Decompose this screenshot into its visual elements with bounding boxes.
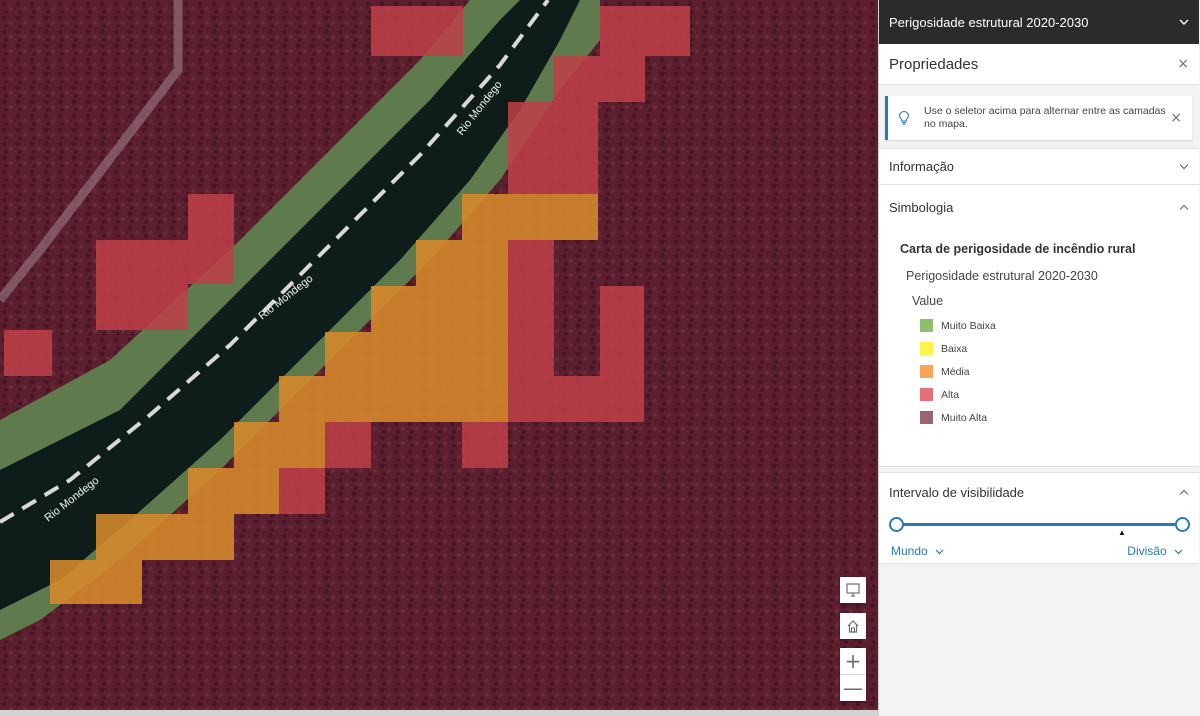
chevron-up-icon xyxy=(1179,489,1189,495)
section-simbologia-header[interactable]: Simbologia xyxy=(879,185,1199,230)
zoom-in-button[interactable]: + xyxy=(840,648,866,675)
visibility-max-handle[interactable] xyxy=(1175,517,1190,532)
section-title: Informação xyxy=(889,159,955,174)
alta-cell xyxy=(325,422,371,468)
alta-cell xyxy=(96,240,188,330)
close-icon[interactable]: × xyxy=(1170,110,1182,126)
media-cell xyxy=(234,422,325,468)
side-panel: Perigosidade estrutural 2020-2030 Propri… xyxy=(878,0,1200,716)
notice: Use o seletor acima para alternar entre … xyxy=(885,96,1192,140)
chevron-down-icon xyxy=(935,549,944,555)
legend-item: Baixa xyxy=(920,342,967,355)
alta-cell xyxy=(4,330,52,376)
alta-cell xyxy=(554,376,644,422)
plus-icon: + xyxy=(844,649,862,673)
monitor-icon xyxy=(846,583,860,597)
close-icon[interactable]: × xyxy=(1177,56,1189,72)
layer-selector[interactable]: Perigosidade estrutural 2020-2030 xyxy=(879,0,1199,44)
legend-label: Muito Baixa xyxy=(941,319,996,332)
properties-header: Propriedades × xyxy=(879,44,1199,85)
visibility-slider-track[interactable] xyxy=(895,523,1183,526)
section-simbologia: Simbologia Carta de perigosidade de incê… xyxy=(879,185,1199,467)
visibility-min-handle[interactable] xyxy=(889,517,904,532)
legend-label: Média xyxy=(941,365,970,378)
media-cell xyxy=(462,194,598,240)
home-icon xyxy=(847,620,859,633)
legend-item: Muito Baixa xyxy=(920,319,996,332)
section-visibilidade: Intervalo de visibilidade ▲ Mundo Divisã… xyxy=(879,472,1199,564)
legend-toggle-button[interactable] xyxy=(840,577,866,603)
alta-cell xyxy=(188,194,234,284)
map-view[interactable]: Rio Mondego Rio Mondego Rio Mondego + — xyxy=(0,0,878,716)
media-cell xyxy=(188,468,279,514)
section-title: Intervalo de visibilidade xyxy=(889,484,1025,500)
alta-cell xyxy=(279,468,325,514)
legend-swatch xyxy=(920,319,933,332)
section-title: Simbologia xyxy=(889,200,954,215)
media-cell xyxy=(50,560,142,604)
notice-area: Use o seletor acima para alternar entre … xyxy=(879,85,1199,148)
layer-selector-title: Perigosidade estrutural 2020-2030 xyxy=(889,14,1089,30)
legend-label: Baixa xyxy=(941,342,968,355)
legend-swatch xyxy=(920,388,933,401)
legend-layer-title: Carta de perigosidade de incêndio rural xyxy=(900,242,1136,256)
alta-cell xyxy=(553,56,645,102)
alta-cell xyxy=(600,6,690,56)
chevron-down-icon xyxy=(1174,549,1183,555)
max-scale-select[interactable]: Divisão xyxy=(1127,544,1183,558)
min-scale-select[interactable]: Mundo xyxy=(891,544,944,558)
notice-message: Use o seletor acima para alternar entre … xyxy=(924,105,1166,130)
legend-item: Muito Alta xyxy=(920,411,987,424)
section-visibilidade-header[interactable]: Intervalo de visibilidade xyxy=(879,473,1199,511)
current-scale-marker: ▲ xyxy=(1118,528,1126,537)
legend-label: Alta xyxy=(941,388,960,401)
zoom-out-button[interactable]: — xyxy=(840,675,866,701)
legend-item: Alta xyxy=(920,388,959,401)
media-cell xyxy=(96,514,234,560)
min-scale-label: Mundo xyxy=(891,544,928,558)
section-informacao[interactable]: Informação xyxy=(879,148,1199,185)
chevron-down-icon xyxy=(1179,19,1189,25)
legend-field-name: Value xyxy=(912,294,944,308)
legend-swatch xyxy=(920,365,933,378)
legend-label: Muito Alta xyxy=(941,411,988,424)
alta-cell xyxy=(508,240,554,422)
properties-title: Propriedades xyxy=(889,55,979,73)
minus-icon: — xyxy=(843,676,863,700)
home-button[interactable] xyxy=(840,613,866,639)
media-cell xyxy=(416,240,508,286)
media-cell xyxy=(371,286,508,332)
lightbulb-icon xyxy=(899,110,909,125)
alta-cell xyxy=(371,6,463,56)
legend-item: Média xyxy=(920,365,970,378)
max-scale-label: Divisão xyxy=(1127,544,1167,558)
media-cell xyxy=(325,332,508,376)
alta-cell xyxy=(600,286,644,376)
attribution-bar xyxy=(0,710,878,716)
chevron-up-icon xyxy=(1179,204,1189,210)
legend-sublayer-title: Perigosidade estrutural 2020-2030 xyxy=(906,269,1098,283)
media-cell xyxy=(279,376,508,422)
map-canvas[interactable]: Rio Mondego Rio Mondego Rio Mondego xyxy=(0,0,878,716)
chevron-down-icon xyxy=(1179,164,1189,170)
legend-swatch xyxy=(920,411,933,424)
alta-cell xyxy=(508,102,598,194)
legend-swatch xyxy=(920,342,933,355)
alta-cell xyxy=(462,422,508,468)
